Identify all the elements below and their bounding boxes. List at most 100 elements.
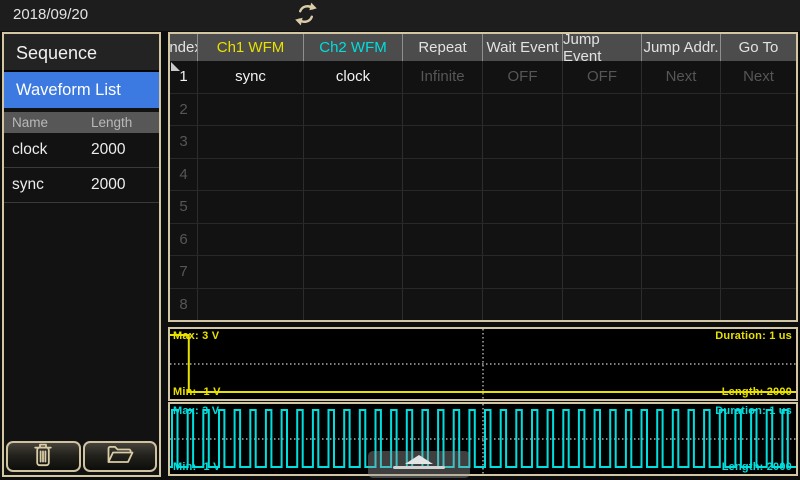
sequence-cell[interactable] <box>198 126 304 158</box>
sequence-cell[interactable] <box>563 159 642 191</box>
sequence-cell[interactable] <box>304 159 403 191</box>
sequence-cell[interactable] <box>198 94 304 126</box>
ch1-duration-label: Duration: 1 us <box>715 330 792 342</box>
delete-waveform-button[interactable] <box>6 441 81 472</box>
index-cell: 6 <box>170 224 198 256</box>
sequence-cell[interactable] <box>642 126 721 158</box>
sequence-cell[interactable] <box>642 256 721 288</box>
sequence-cell[interactable] <box>403 159 483 191</box>
sequence-cell[interactable] <box>403 191 483 223</box>
sequence-row-8[interactable]: 8 <box>170 289 796 321</box>
sequence-cell[interactable] <box>483 224 563 256</box>
sequence-cell[interactable] <box>403 126 483 158</box>
date-display: 2018/09/20 <box>13 6 88 23</box>
tab-sequence[interactable]: Sequence <box>4 34 159 72</box>
sequence-cell[interactable] <box>403 256 483 288</box>
sequence-cell[interactable] <box>642 224 721 256</box>
index-cell: 4 <box>170 159 198 191</box>
sequence-cell[interactable] <box>483 191 563 223</box>
column-header-jump-event: Jump Event <box>563 34 642 61</box>
sequence-cell[interactable] <box>563 191 642 223</box>
sequence-cell[interactable]: Infinite <box>403 61 483 93</box>
ch2-waveform-preview: Max: 3 V Duration: 1 us Min: -1 V Length… <box>168 402 798 476</box>
waveform-name: clock <box>4 141 91 159</box>
sequence-cell[interactable] <box>563 94 642 126</box>
column-header-go-to: Go To <box>721 34 796 61</box>
ch2-min-label: Min: -1 V <box>173 461 221 473</box>
sequence-table-body: 1syncclockInfiniteOFFOFFNextNext2345678 <box>170 61 796 320</box>
sequence-cell[interactable] <box>483 159 563 191</box>
sequence-row-4[interactable]: 4 <box>170 159 796 192</box>
selected-row-marker <box>171 62 180 71</box>
sequence-cell[interactable]: clock <box>304 61 403 93</box>
sequence-cell[interactable] <box>198 191 304 223</box>
ch1-length-label: Length: 2000 <box>722 386 792 398</box>
sequence-cell[interactable]: OFF <box>563 61 642 93</box>
sequence-cell[interactable] <box>642 191 721 223</box>
sequence-cell[interactable]: OFF <box>483 61 563 93</box>
column-header-ch2-wfm: Ch2 WFM <box>304 34 403 61</box>
sequence-cell[interactable] <box>642 159 721 191</box>
ch1-min-label: Min: -1 V <box>173 386 221 398</box>
sequence-row-5[interactable]: 5 <box>170 191 796 224</box>
waveform-list-header: Name Length <box>4 112 159 133</box>
sequence-cell[interactable] <box>563 126 642 158</box>
sequence-cell[interactable]: sync <box>198 61 304 93</box>
column-header-wait-event: Wait Event <box>483 34 563 61</box>
index-cell: 7 <box>170 256 198 288</box>
sequence-cell[interactable] <box>721 224 796 256</box>
index-cell: 8 <box>170 289 198 321</box>
sequence-row-2[interactable]: 2 <box>170 94 796 127</box>
sidebar-toolbar <box>6 441 157 472</box>
waveform-list-row[interactable]: sync2000 <box>4 168 159 203</box>
sequence-row-7[interactable]: 7 <box>170 256 796 289</box>
ch1-waveform-preview: Max: 3 V Duration: 1 us Min: -1 V Length… <box>168 327 798 401</box>
sequence-cell[interactable] <box>721 94 796 126</box>
sequence-cell[interactable] <box>304 289 403 321</box>
sequence-cell[interactable] <box>403 224 483 256</box>
refresh-button[interactable] <box>289 0 323 31</box>
sequence-cell[interactable] <box>198 289 304 321</box>
column-header-repeat: Repeat <box>403 34 483 61</box>
sequence-cell[interactable] <box>483 289 563 321</box>
sequence-cell[interactable] <box>563 256 642 288</box>
sequence-cell[interactable] <box>483 256 563 288</box>
sequence-cell[interactable] <box>403 94 483 126</box>
sequence-cell[interactable] <box>198 224 304 256</box>
sequence-cell[interactable] <box>304 224 403 256</box>
open-file-button[interactable] <box>83 441 158 472</box>
sequence-cell[interactable] <box>563 224 642 256</box>
refresh-sync-icon <box>292 0 320 31</box>
sequence-cell[interactable]: Next <box>642 61 721 93</box>
index-cell: 5 <box>170 191 198 223</box>
sequence-cell[interactable] <box>483 94 563 126</box>
sequence-cell[interactable] <box>721 159 796 191</box>
ch1-max-label: Max: 3 V <box>173 330 219 342</box>
sequence-cell[interactable] <box>721 256 796 288</box>
sequence-cell[interactable] <box>642 289 721 321</box>
swipe-up-handle[interactable] <box>368 451 470 478</box>
sequence-cell[interactable] <box>304 191 403 223</box>
sequence-cell[interactable] <box>721 289 796 321</box>
sequence-cell[interactable] <box>198 256 304 288</box>
arrow-up-icon <box>389 453 449 476</box>
sequence-cell[interactable] <box>721 191 796 223</box>
sequence-cell[interactable] <box>198 159 304 191</box>
sequence-cell[interactable] <box>304 256 403 288</box>
sequence-cell[interactable] <box>304 126 403 158</box>
sequence-cell[interactable] <box>642 94 721 126</box>
ch1-waveform-trace <box>170 329 796 399</box>
sequence-cell[interactable] <box>563 289 642 321</box>
sequence-cell[interactable] <box>304 94 403 126</box>
sequence-cell[interactable] <box>403 289 483 321</box>
sequence-cell[interactable] <box>721 126 796 158</box>
sequence-row-3[interactable]: 3 <box>170 126 796 159</box>
sequence-cell[interactable]: Next <box>721 61 796 93</box>
sequence-row-6[interactable]: 6 <box>170 224 796 257</box>
waveform-length: 2000 <box>91 141 125 159</box>
sequence-cell[interactable] <box>483 126 563 158</box>
waveform-list-row[interactable]: clock2000 <box>4 133 159 168</box>
sequence-row-1[interactable]: 1syncclockInfiniteOFFOFFNextNext <box>170 61 796 94</box>
tab-waveform-list[interactable]: Waveform List <box>4 72 159 108</box>
waveform-list: clock2000sync2000 <box>4 133 159 203</box>
